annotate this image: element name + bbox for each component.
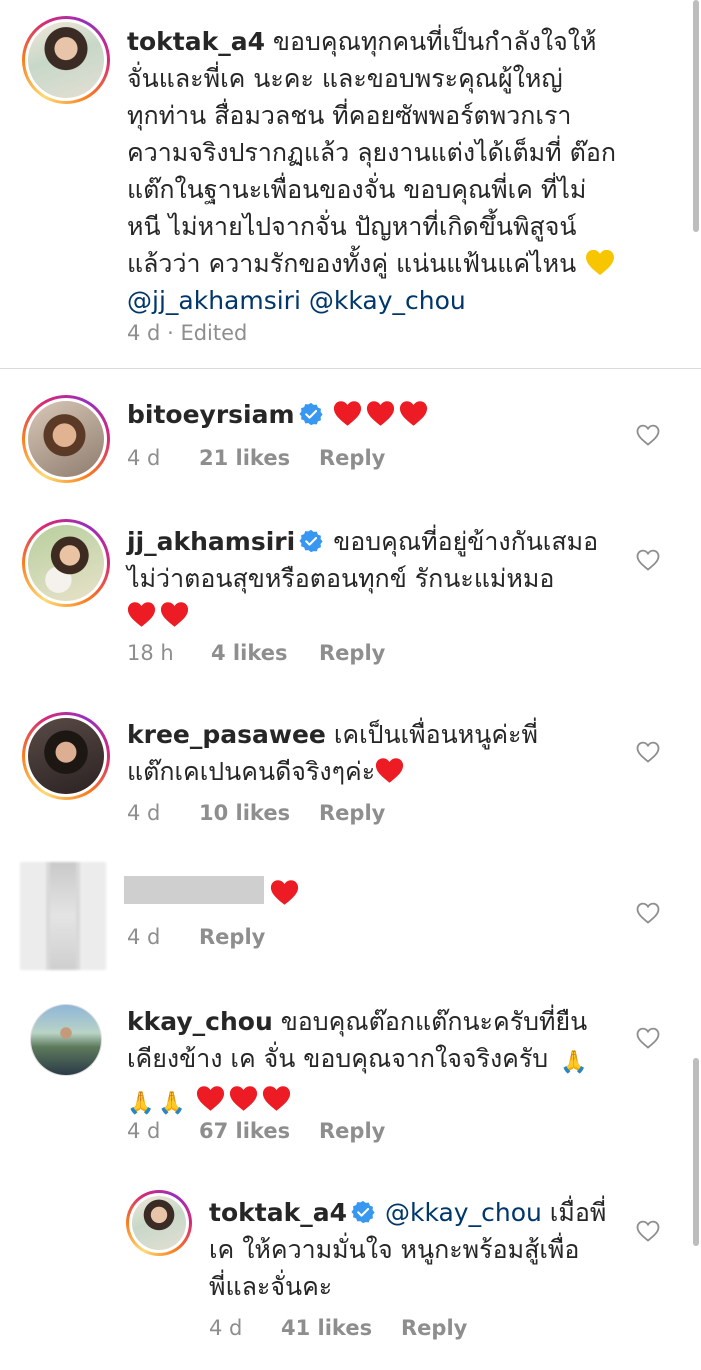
reply-button[interactable]: Reply bbox=[319, 1119, 385, 1143]
avatar[interactable] bbox=[22, 519, 110, 607]
caption-line: แต๊กในฐานะเพื่อนของจั่น ขอบคุณพี่เค ที่ไ… bbox=[127, 175, 587, 204]
folded-hands-icon: 🙏 bbox=[560, 1050, 588, 1075]
red-heart-icon bbox=[262, 1085, 291, 1112]
comment-username[interactable]: kree_pasawee bbox=[127, 720, 326, 749]
caption: toktak_a4 ขอบคุณทุกคนที่เป็นกำลังใจให้ จ… bbox=[0, 0, 701, 368]
comment-username[interactable]: jj_akhamsiri bbox=[127, 527, 295, 556]
like-heart-icon[interactable] bbox=[636, 741, 660, 763]
red-heart-icon bbox=[333, 400, 362, 427]
folded-hands-icon: 🙏 bbox=[127, 1091, 155, 1116]
caption-line: หนี ไม่หายไปจากจั่น ปัญหาที่เกิดขึ้นพิสู… bbox=[127, 212, 577, 241]
red-heart-icon bbox=[375, 757, 404, 784]
timestamp: 4 d bbox=[127, 446, 161, 470]
reply-button[interactable]: Reply bbox=[319, 801, 385, 825]
like-heart-icon[interactable] bbox=[636, 424, 660, 446]
caption-username[interactable]: toktak_a4 bbox=[127, 27, 265, 56]
comment-username[interactable]: kkay_chou bbox=[127, 1007, 273, 1036]
comment-line: เค ให้ความมั่นใจ หนูกะพร้อมสู้เพื่อ bbox=[209, 1235, 580, 1264]
redacted-username bbox=[124, 876, 264, 904]
comment-line: เคเป็นเพื่อนหนูค่ะพี่ bbox=[333, 720, 538, 749]
mention-link[interactable]: @kkay_chou bbox=[385, 1198, 542, 1227]
comment-text: bitoeyrsiam bbox=[127, 396, 432, 433]
comment-line: เคียงข้าง เค จั่น ขอบคุณจากใจจริงครับ bbox=[127, 1044, 549, 1073]
comment-meta: 4 d Reply bbox=[127, 925, 265, 949]
timestamp: 4 d bbox=[209, 1316, 243, 1340]
avatar[interactable] bbox=[22, 395, 110, 483]
avatar[interactable] bbox=[22, 16, 110, 104]
caption-line: ขอบคุณทุกคนที่เป็นกำลังใจให้ bbox=[272, 27, 597, 56]
like-heart-icon[interactable] bbox=[636, 1027, 660, 1049]
timestamp: 4 d bbox=[127, 321, 161, 345]
profile-photo bbox=[28, 401, 104, 477]
likes-count[interactable]: 67 likes bbox=[199, 1119, 319, 1143]
folded-hands-icon: 🙏 bbox=[158, 1091, 186, 1116]
caption-line: ความจริงปรากฏแล้ว ลุยงานแต่งได้เต็มที่ ต… bbox=[127, 138, 616, 167]
caption-line: แล้วว่า ความรักของทั้งคู่ แน่นแฟ้นแค่ไหน bbox=[127, 249, 577, 278]
comment-line: ขอบคุณที่อยู่ข้างกันเสมอ bbox=[333, 527, 599, 556]
likes-count[interactable]: 4 likes bbox=[211, 641, 319, 665]
like-heart-icon[interactable] bbox=[636, 1220, 660, 1242]
comment-meta: 4 d 41 likes Reply bbox=[209, 1316, 467, 1340]
timestamp: 18 h bbox=[127, 641, 174, 665]
verified-badge-icon bbox=[299, 529, 323, 553]
timestamp: 4 d bbox=[127, 801, 161, 825]
edited-label: Edited bbox=[180, 321, 248, 345]
mention-link[interactable]: @kkay_chou bbox=[309, 286, 466, 315]
comment-text: toktak_a4 @kkay_chou เมื่อพี่ เค ให้ความม… bbox=[209, 1194, 606, 1305]
red-heart-icon bbox=[399, 400, 428, 427]
profile-photo bbox=[132, 1196, 186, 1250]
red-heart-icon bbox=[196, 1085, 225, 1112]
caption-line: จั่นและพี่เค นะคะ และขอบพระคุณผู้ใหญ่ bbox=[127, 64, 563, 93]
comment-line: เมื่อพี่ bbox=[549, 1198, 607, 1227]
comment-line: ไม่ว่าตอนสุขหรือตอนทุกข์ รักนะแม่หมอ bbox=[127, 564, 555, 593]
caption-text: toktak_a4 ขอบคุณทุกคนที่เป็นกำลังใจให้ จ… bbox=[127, 23, 620, 319]
comment-line: พี่และจั่นคะ bbox=[209, 1272, 333, 1301]
comment-text: kkay_chou ขอบคุณต๊อกแต๊กนะครับที่ยืน เคี… bbox=[127, 1003, 588, 1122]
verified-badge-icon bbox=[351, 1200, 375, 1224]
profile-photo bbox=[28, 718, 104, 794]
mention-link[interactable]: @jj_akhamsiri bbox=[127, 286, 301, 315]
comment-username[interactable]: bitoeyrsiam bbox=[127, 400, 295, 429]
reply-button[interactable]: Reply bbox=[199, 925, 265, 949]
comment-meta: 4 d 67 likes Reply bbox=[127, 1119, 385, 1143]
likes-count[interactable]: 10 likes bbox=[199, 801, 319, 825]
comment-line: แต๊กเคเปนคนดีจริงๆค่ะ bbox=[127, 757, 376, 786]
comment-meta: 4 d 10 likes Reply bbox=[127, 801, 385, 825]
caption-meta: 4 d · Edited bbox=[127, 321, 247, 345]
comment-meta: 18 h 4 likes Reply bbox=[127, 641, 385, 665]
likes-count[interactable]: 41 likes bbox=[281, 1316, 401, 1340]
avatar[interactable] bbox=[22, 712, 110, 800]
avatar[interactable] bbox=[30, 1004, 102, 1076]
scrollbar[interactable] bbox=[693, 0, 699, 232]
divider bbox=[0, 368, 701, 369]
scrollbar[interactable] bbox=[693, 1058, 699, 1246]
timestamp: 4 d bbox=[127, 1119, 161, 1143]
yellow-heart-icon bbox=[584, 249, 616, 276]
like-heart-icon[interactable] bbox=[636, 902, 660, 924]
red-heart-icon bbox=[270, 879, 299, 906]
dot-separator: · bbox=[167, 321, 174, 345]
comment-text: kree_pasawee เคเป็นเพื่อนหนูค่ะพี่ แต๊กเ… bbox=[127, 716, 538, 790]
red-heart-icon bbox=[229, 1085, 258, 1112]
likes-count[interactable]: 21 likes bbox=[199, 446, 319, 470]
comment-line: ขอบคุณต๊อกแต๊กนะครับที่ยืน bbox=[280, 1007, 588, 1036]
red-heart-icon bbox=[160, 601, 189, 628]
like-heart-icon[interactable] bbox=[636, 549, 660, 571]
comment-text: jj_akhamsiri ขอบคุณที่อยู่ข้างกันเสมอ ไม่… bbox=[127, 523, 598, 634]
reply-button[interactable]: Reply bbox=[319, 641, 385, 665]
comment-username[interactable]: toktak_a4 bbox=[209, 1198, 347, 1227]
avatar[interactable] bbox=[20, 862, 106, 970]
red-heart-icon bbox=[127, 601, 156, 628]
verified-badge-icon bbox=[299, 402, 323, 426]
profile-photo bbox=[31, 1005, 101, 1075]
profile-photo bbox=[28, 22, 104, 98]
red-heart-icon bbox=[366, 400, 395, 427]
comment-meta: 4 d 21 likes Reply bbox=[127, 446, 385, 470]
timestamp: 4 d bbox=[127, 925, 161, 949]
profile-photo bbox=[28, 525, 104, 601]
avatar[interactable] bbox=[126, 1190, 192, 1256]
reply-button[interactable]: Reply bbox=[401, 1316, 467, 1340]
reply-button[interactable]: Reply bbox=[319, 446, 385, 470]
caption-line: ทุกท่าน สื่อมวลชน ที่คอยซัพพอร์ตพวกเรา bbox=[127, 101, 572, 130]
